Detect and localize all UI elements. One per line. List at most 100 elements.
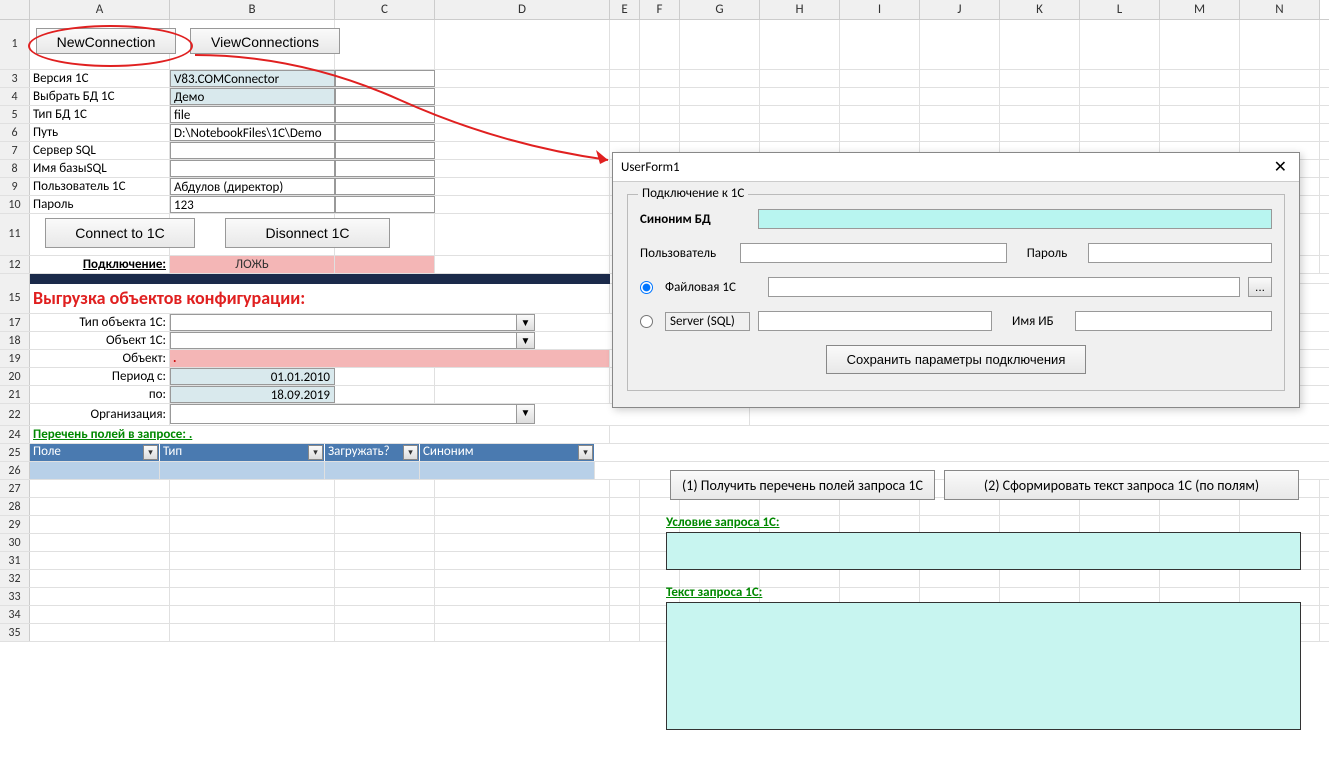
row-header-9[interactable]: 9 (0, 178, 30, 195)
value-select-db[interactable]: Демо (170, 88, 335, 105)
col-header-N[interactable]: N (1240, 0, 1320, 19)
value-path[interactable]: D:\NotebookFiles\1C\Demo (170, 124, 335, 141)
table-cell[interactable] (160, 462, 325, 479)
col-header-H[interactable]: H (760, 0, 840, 19)
col-header-A[interactable]: A (30, 0, 170, 19)
synonym-db-input[interactable] (758, 209, 1272, 229)
period-to-value[interactable]: 18.09.2019 (170, 386, 335, 403)
row-header-26[interactable]: 26 (0, 462, 30, 479)
form-query-text-button[interactable]: (2) Сформировать текст запроса 1С (по по… (944, 470, 1299, 500)
object-value[interactable]: . (170, 350, 610, 367)
row-header-25[interactable]: 25 (0, 444, 30, 461)
row-header-8[interactable]: 8 (0, 160, 30, 177)
row-header-12[interactable]: 12 (0, 256, 30, 273)
object-1c-dropdown[interactable]: ▼ (170, 332, 535, 349)
label-connection: Подключение: (30, 256, 170, 273)
server-sql-input[interactable] (758, 311, 992, 331)
table-header-load[interactable]: Загружать?▾ (325, 444, 420, 461)
row-header-19[interactable]: 19 (0, 350, 30, 367)
col-header-C[interactable]: C (335, 0, 435, 19)
label-user-1c: Пользователь 1С (30, 178, 170, 195)
row-header-1[interactable]: 1 (0, 20, 30, 69)
row-header-34[interactable]: 34 (0, 606, 30, 623)
disconnect-1c-button[interactable]: Disonnect 1C (225, 218, 390, 248)
filter-arrow-icon[interactable]: ▾ (403, 445, 418, 460)
file-path-input[interactable] (768, 277, 1240, 297)
filter-arrow-icon[interactable]: ▾ (578, 445, 593, 460)
row-header-21[interactable]: 21 (0, 386, 30, 403)
row-header-7[interactable]: 7 (0, 142, 30, 159)
row-header-30[interactable]: 30 (0, 534, 30, 551)
object-type-dropdown[interactable]: ▼ (170, 314, 535, 331)
save-params-button[interactable]: Сохранить параметры подключения (826, 345, 1087, 374)
col-header-E[interactable]: E (610, 0, 640, 19)
row-header-35[interactable]: 35 (0, 624, 30, 641)
col-header-I[interactable]: I (840, 0, 920, 19)
row-header-15[interactable]: 15 (0, 284, 30, 313)
dropdown-arrow-icon: ▼ (516, 333, 534, 348)
col-header-G[interactable]: G (680, 0, 760, 19)
value-sql-server[interactable] (170, 142, 335, 159)
get-fields-button[interactable]: (1) Получить перечень полей запроса 1С (670, 470, 935, 500)
col-header-L[interactable]: L (1080, 0, 1160, 19)
value-sql-db-name[interactable] (170, 160, 335, 177)
col-header-B[interactable]: B (170, 0, 335, 19)
table-header-synonym[interactable]: Синоним▾ (420, 444, 595, 461)
row-header-3[interactable]: 3 (0, 70, 30, 87)
dialog-title: UserForm1 (621, 160, 680, 175)
table-cell[interactable] (30, 462, 160, 479)
value-version-1c[interactable]: V83.COMConnector (170, 70, 335, 87)
row-header-29[interactable]: 29 (0, 516, 30, 533)
label-path: Путь (30, 124, 170, 141)
query-condition-box[interactable] (666, 532, 1301, 570)
query-text-box[interactable] (666, 602, 1301, 730)
table-header-type[interactable]: Тип▾ (160, 444, 325, 461)
label-server-sql: Server (SQL) (665, 312, 750, 331)
table-cell[interactable] (325, 462, 420, 479)
row-header-31[interactable]: 31 (0, 552, 30, 569)
row-header-6[interactable]: 6 (0, 124, 30, 141)
row-header-24[interactable]: 24 (0, 426, 30, 443)
dialog-password-input[interactable] (1088, 243, 1272, 263)
export-heading: Выгрузка объектов конфигурации: (33, 287, 305, 309)
table-cell[interactable] (420, 462, 595, 479)
value-user-1c[interactable]: Абдулов (директор) (170, 178, 335, 195)
label-object-1c: Объект 1С: (30, 332, 170, 349)
ib-name-input[interactable] (1075, 311, 1272, 331)
close-icon[interactable]: ✕ (1270, 157, 1291, 177)
filter-arrow-icon[interactable]: ▾ (308, 445, 323, 460)
col-header-D[interactable]: D (435, 0, 610, 19)
row-header-27[interactable]: 27 (0, 480, 30, 497)
row-header-4[interactable]: 4 (0, 88, 30, 105)
row-header-17[interactable]: 17 (0, 314, 30, 331)
table-header-field[interactable]: Поле▾ (30, 444, 160, 461)
row-header-33[interactable]: 33 (0, 588, 30, 605)
col-header-K[interactable]: K (1000, 0, 1080, 19)
new-connection-button[interactable]: NewConnection (36, 28, 176, 54)
period-from-value[interactable]: 01.01.2010 (170, 368, 335, 385)
value-db-type[interactable]: file (170, 106, 335, 123)
row-header-5[interactable]: 5 (0, 106, 30, 123)
col-header-F[interactable]: F (640, 0, 680, 19)
label-select-db: Выбрать БД 1С (30, 88, 170, 105)
row-header-18[interactable]: 18 (0, 332, 30, 349)
fields-list-heading: Перечень полей в запросе: . (33, 427, 192, 442)
view-connections-button[interactable]: ViewConnections (190, 28, 340, 54)
row-header-10[interactable]: 10 (0, 196, 30, 213)
col-header-M[interactable]: M (1160, 0, 1240, 19)
row-header-28[interactable]: 28 (0, 498, 30, 515)
file-1c-radio[interactable] (640, 281, 653, 294)
row-header-11[interactable]: 11 (0, 214, 30, 255)
value-password[interactable]: 123 (170, 196, 335, 213)
organization-dropdown[interactable]: ▼ (170, 404, 535, 424)
dialog-user-input[interactable] (740, 243, 1007, 263)
label-dialog-user: Пользователь (640, 246, 732, 261)
browse-button[interactable]: ... (1248, 277, 1272, 297)
filter-arrow-icon[interactable]: ▾ (143, 445, 158, 460)
row-header-32[interactable]: 32 (0, 570, 30, 587)
row-header-22[interactable]: 22 (0, 404, 30, 425)
row-header-20[interactable]: 20 (0, 368, 30, 385)
column-headers: A B C D E F G H I J K L M N (0, 0, 1329, 20)
col-header-J[interactable]: J (920, 0, 1000, 19)
server-sql-radio[interactable] (640, 315, 653, 328)
